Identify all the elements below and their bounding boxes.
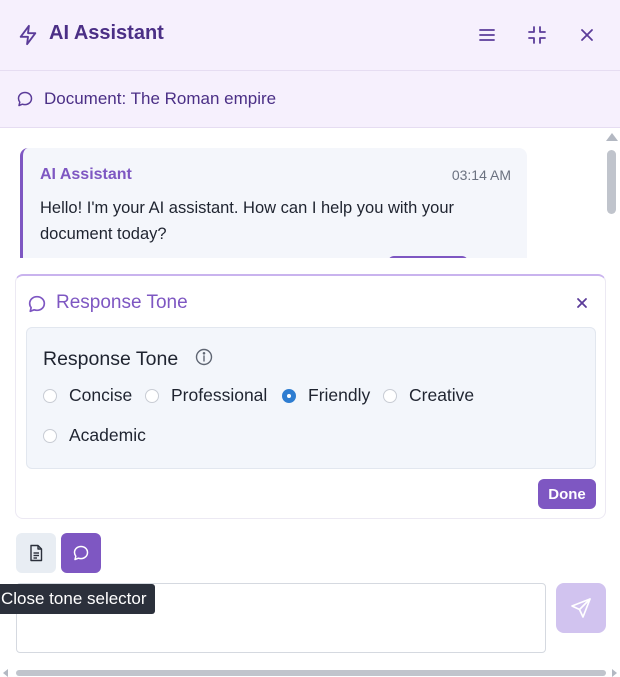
radio-concise[interactable] [43,388,57,403]
scrollbar-thumb[interactable] [607,150,616,214]
vertical-scrollbar[interactable] [603,128,620,258]
chat-messages[interactable]: AI Assistant 03:14 AM Hello! I'm your AI… [0,128,620,258]
tone-option-label: Professional [171,385,268,405]
scrollbar-thumb[interactable] [16,670,606,676]
radio-creative[interactable] [383,388,397,403]
tone-option-professional[interactable]: Professional [145,385,267,406]
radio-friendly-selected[interactable] [282,388,296,403]
tone-option-friendly[interactable]: Friendly [282,385,370,406]
close-icon [581,29,593,41]
scroll-left-arrow[interactable] [3,669,8,677]
minimize-button[interactable] [524,22,550,48]
document-title: Document: The Roman empire [44,89,277,108]
scroll-right-arrow[interactable] [612,669,617,677]
menu-button[interactable] [474,22,500,48]
message-action-button[interactable] [388,256,468,258]
tone-panel-close-button[interactable] [572,293,592,313]
chat-bubble-icon [17,91,33,107]
tone-option-label: Academic [69,425,146,445]
document-context-button[interactable] [16,533,56,573]
tone-option-creative[interactable]: Creative [383,385,474,406]
radio-professional[interactable] [145,388,159,403]
chat-bubble-icon [28,295,46,313]
tone-option-academic[interactable]: Academic [43,425,146,446]
tone-toggle-button[interactable] [61,533,101,573]
app-title: AI Assistant [49,22,164,44]
assistant-message: AI Assistant 03:14 AM Hello! I'm your AI… [20,148,527,258]
message-text: Hello! I'm your AI assistant. How can I … [40,199,454,243]
scroll-up-arrow[interactable] [606,133,618,141]
assistant-header: AI Assistant [0,0,620,71]
tone-options-box: Response Tone Concise Professional Frien… [26,327,596,469]
close-icon [577,298,587,308]
document-bar: Document: The Roman empire [0,71,620,128]
tooltip: Close tone selector [0,584,155,614]
done-button[interactable]: Done [538,479,596,509]
info-icon[interactable] [195,348,213,366]
tone-option-concise[interactable]: Concise [43,385,132,406]
close-button[interactable] [574,22,600,48]
minimize-icon [528,26,546,44]
tone-option-label: Friendly [308,385,371,405]
horizontal-scrollbar[interactable] [0,667,620,677]
radio-academic[interactable] [43,428,57,443]
send-button[interactable] [556,583,606,633]
tone-selector-panel: Response Tone Response Tone Concise Prof… [15,274,606,519]
message-timestamp: 03:14 AM [451,167,511,183]
tone-box-title: Response Tone [43,348,179,370]
message-sender: AI Assistant [40,166,132,183]
bolt-icon [19,24,37,46]
send-icon [571,598,591,618]
menu-icon [479,29,495,41]
tone-option-label: Creative [409,385,475,405]
tone-panel-title: Response Tone [56,292,188,313]
document-icon [30,544,43,562]
tone-option-label: Concise [69,385,133,405]
chat-bubble-icon [73,545,89,561]
